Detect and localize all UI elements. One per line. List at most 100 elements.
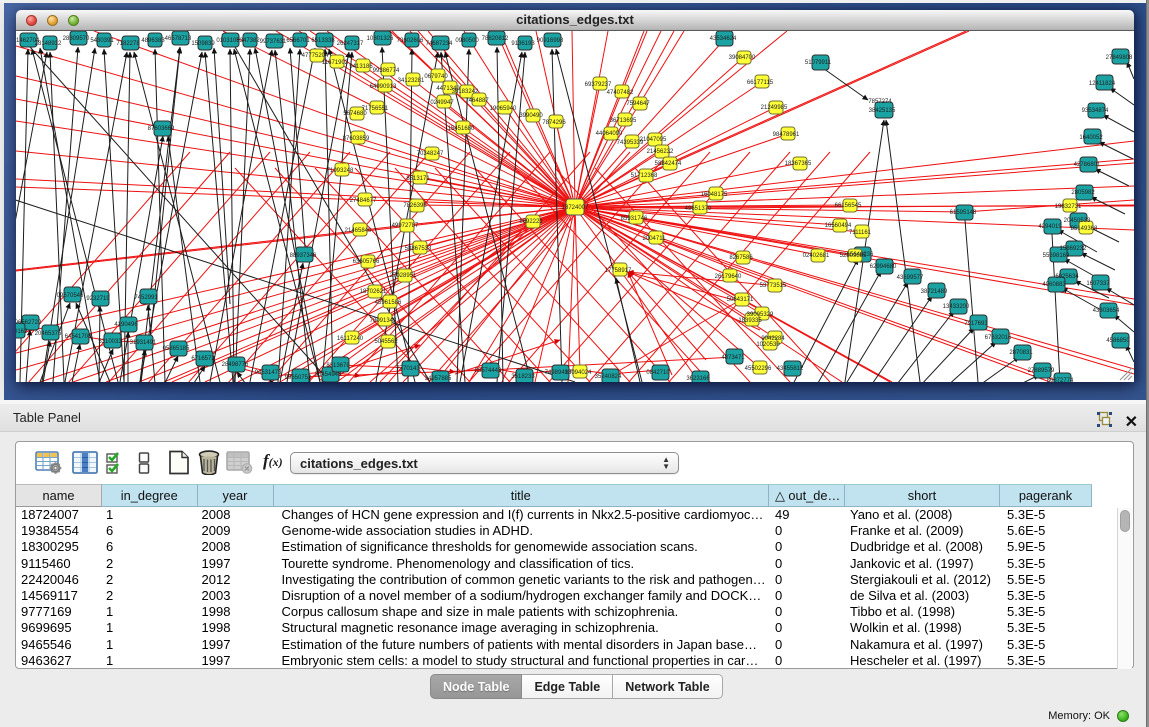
svg-text:69379237: 69379237: [585, 82, 612, 88]
svg-text:50643171: 50643171: [727, 297, 754, 303]
svg-text:18367365: 18367365: [785, 161, 812, 167]
svg-text:64641708: 64641708: [65, 334, 92, 340]
svg-text:7857274: 7857274: [868, 99, 892, 105]
svg-text:73602606: 73602606: [397, 38, 424, 44]
svg-text:55698169: 55698169: [1043, 253, 1070, 259]
svg-text:44064090: 44064090: [596, 131, 623, 137]
svg-text:99737631: 99737631: [260, 39, 287, 45]
svg-text:7182278: 7182278: [116, 41, 140, 47]
svg-text:02402681: 02402681: [803, 253, 830, 259]
svg-text:4873471: 4873471: [721, 355, 745, 361]
svg-text:27849808: 27849808: [1106, 55, 1133, 61]
svg-text:36713695: 36713695: [610, 118, 637, 124]
svg-text:19065940: 19065940: [490, 106, 517, 112]
svg-text:6025634: 6025634: [1055, 274, 1079, 280]
svg-text:47775204: 47775204: [302, 53, 329, 59]
svg-text:78091343: 78091343: [370, 318, 397, 324]
svg-text:49651370: 49651370: [685, 206, 712, 212]
svg-text:88937346: 88937346: [290, 253, 317, 259]
svg-text:87603859: 87603859: [343, 136, 370, 142]
svg-text:28498776: 28498776: [222, 362, 249, 368]
svg-text:8692221: 8692221: [519, 219, 543, 225]
svg-text:20465375: 20465375: [35, 331, 62, 337]
svg-text:2805982: 2805982: [1071, 190, 1095, 196]
svg-text:1020539: 1020539: [756, 342, 780, 348]
svg-text:7111161: 7111161: [849, 230, 872, 236]
svg-text:8347382: 8347382: [236, 38, 260, 44]
svg-text:1839335: 1839335: [738, 318, 762, 324]
svg-text:5045562: 5045562: [374, 339, 398, 345]
svg-text:6566701: 6566701: [286, 38, 310, 44]
svg-text:0980500: 0980500: [455, 38, 479, 44]
svg-text:4060883: 4060883: [1042, 282, 1066, 288]
svg-text:18724007: 18724007: [562, 205, 589, 211]
svg-text:3518233: 3518233: [511, 374, 535, 380]
svg-text:3990490: 3990490: [519, 113, 543, 119]
svg-text:7452991: 7452991: [134, 295, 158, 301]
svg-text:36183242: 36183242: [452, 89, 479, 95]
svg-text:39084700: 39084700: [729, 55, 756, 61]
svg-text:20450533: 20450533: [1064, 218, 1091, 224]
svg-text:6716572: 6716572: [191, 356, 215, 362]
svg-text:21456232: 21456232: [647, 149, 674, 155]
svg-text:94531473: 94531473: [255, 370, 282, 376]
svg-text:98478961: 98478961: [773, 132, 800, 138]
svg-text:8613171: 8613171: [406, 176, 430, 182]
svg-text:0249947: 0249947: [430, 100, 454, 106]
svg-text:38721489: 38721489: [921, 289, 948, 295]
svg-text:70348247: 70348247: [417, 151, 444, 157]
svg-text:2870831: 2870831: [1009, 350, 1033, 356]
svg-text:63605766: 63605766: [353, 259, 380, 265]
svg-text:27484677: 27484677: [350, 198, 377, 204]
svg-text:47407482: 47407482: [607, 90, 634, 96]
svg-text:9413186: 9413186: [349, 64, 373, 70]
svg-text:4896383: 4896383: [141, 38, 165, 44]
svg-text:11671902: 11671902: [322, 60, 349, 66]
svg-text:7917693: 7917693: [964, 321, 988, 327]
svg-text:5430391: 5430391: [90, 38, 114, 44]
svg-text:34123281: 34123281: [398, 78, 425, 84]
svg-text:4190496: 4190496: [114, 322, 138, 328]
svg-text:4586850: 4586850: [1106, 338, 1130, 344]
svg-text:38425135: 38425135: [869, 108, 896, 114]
svg-text:43303654: 43303654: [1093, 308, 1120, 314]
svg-text:34957885: 34957885: [425, 376, 452, 382]
svg-text:7826398: 7826398: [403, 203, 427, 209]
svg-text:2004711: 2004711: [643, 236, 667, 242]
svg-text:7770143: 7770143: [396, 366, 420, 372]
svg-text:58842474: 58842474: [655, 161, 682, 167]
svg-text:99386774: 99386774: [373, 68, 400, 74]
svg-text:64990913: 64990913: [370, 84, 397, 90]
svg-text:1640052: 1640052: [1079, 135, 1103, 141]
svg-text:16048175: 16048175: [701, 192, 728, 198]
svg-text:66156545: 66156545: [835, 203, 862, 209]
svg-text:53773515: 53773515: [760, 283, 787, 289]
svg-text:28809570: 28809570: [63, 36, 90, 42]
svg-text:62994680: 62994680: [870, 264, 897, 270]
svg-text:7594647: 7594647: [626, 101, 650, 107]
svg-text:18702621: 18702621: [360, 289, 387, 295]
svg-text:8267586: 8267586: [729, 255, 753, 261]
svg-text:9136193: 9136193: [511, 41, 535, 47]
svg-text:5674680: 5674680: [343, 111, 367, 117]
svg-text:10801326: 10801326: [367, 36, 394, 42]
svg-text:8313678: 8313678: [326, 363, 350, 369]
svg-text:21249985: 21249985: [761, 105, 788, 111]
svg-text:85149368: 85149368: [1071, 226, 1098, 232]
svg-text:58867533: 58867533: [405, 246, 432, 252]
svg-text:85574443: 85574443: [475, 368, 502, 374]
svg-text:09670546: 09670546: [57, 293, 84, 299]
svg-text:87603669: 87603669: [148, 126, 175, 132]
svg-text:35454948: 35454948: [315, 372, 342, 378]
svg-text:12411824: 12411824: [1089, 81, 1116, 87]
svg-text:43534624: 43534624: [710, 36, 737, 42]
svg-text:9232719: 9232719: [86, 296, 110, 302]
svg-text:15451680: 15451680: [448, 126, 475, 132]
svg-text:78820812: 78820812: [482, 36, 509, 42]
svg-text:28148932: 28148932: [35, 41, 62, 47]
svg-text:31931491: 31931491: [130, 340, 157, 346]
svg-text:19832731: 19832731: [1055, 204, 1082, 210]
svg-text:45502296: 45502296: [745, 366, 772, 372]
svg-text:67632016: 67632016: [985, 335, 1012, 341]
svg-text:98094024: 98094024: [565, 370, 592, 376]
